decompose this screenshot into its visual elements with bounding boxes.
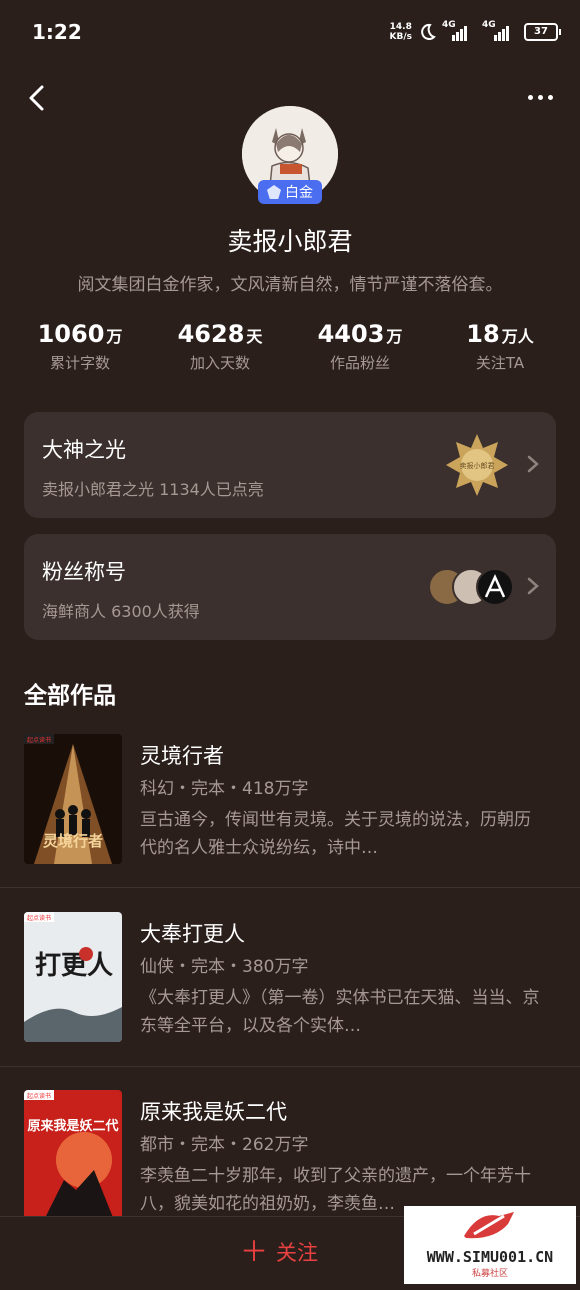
glory-subtitle: 卖报小郎君之光 1134人已点亮 bbox=[42, 480, 264, 499]
book-cover: 灵境行者 起点读书 bbox=[24, 734, 122, 864]
book-item[interactable]: 灵境行者 起点读书 灵境行者 科幻・完本・418万字 亘古通今，传闻世有灵境。关… bbox=[0, 734, 580, 894]
follow-button[interactable]: ＋ 关注 bbox=[240, 1237, 318, 1267]
watermark-logo: WWW.SIMU001.CN 私募社区 bbox=[404, 1206, 576, 1284]
stat-days-joined: 4628 天 加入天数 bbox=[177, 320, 263, 372]
book-meta: 都市・完本・262万字 bbox=[140, 1135, 309, 1155]
more-horizontal-icon bbox=[527, 94, 533, 100]
book-item[interactable]: 打更人 起点读书 大奉打更人 仙侠・完本・380万字 《大奉打更人》（第一卷）实… bbox=[0, 912, 580, 1072]
chevron-right-icon bbox=[527, 455, 539, 473]
back-button[interactable] bbox=[20, 80, 56, 116]
network-speed: 14.8 KB/s bbox=[389, 22, 412, 42]
moon-icon bbox=[421, 23, 436, 40]
signal-icon-1: 4G bbox=[442, 20, 476, 41]
chevron-left-icon bbox=[29, 85, 44, 111]
author-name: 卖报小郎君 bbox=[227, 227, 353, 256]
svg-text:卖报小郎君: 卖报小郎君 bbox=[460, 461, 495, 470]
svg-text:灵境行者: 灵境行者 bbox=[43, 832, 103, 850]
book-cover: 原来我是妖二代 起点读书 bbox=[24, 1090, 122, 1220]
section-title-all-works: 全部作品 bbox=[24, 683, 116, 709]
fan-title-card[interactable]: 粉丝称号 海鲜商人 6300人获得 bbox=[24, 534, 556, 640]
status-icons: 14.8 KB/s 4G 4G 37 bbox=[389, 20, 561, 42]
svg-text:起点读书: 起点读书 bbox=[27, 914, 51, 922]
svg-text:原来我是妖二代: 原来我是妖二代 bbox=[27, 1118, 118, 1134]
glory-title: 大神之光 bbox=[42, 438, 126, 462]
fan-title-title: 粉丝称号 bbox=[42, 560, 126, 584]
svg-text:打更人: 打更人 bbox=[35, 951, 113, 981]
stat-followers[interactable]: 18 万人 关注TA bbox=[430, 320, 570, 373]
glory-card[interactable]: 大神之光 卖报小郎君之光 1134人已点亮 卖报小郎君 bbox=[24, 412, 556, 518]
book-title: 大奉打更人 bbox=[140, 922, 245, 946]
book-title: 原来我是妖二代 bbox=[140, 1100, 287, 1124]
svg-text:起点读书: 起点读书 bbox=[27, 1092, 51, 1100]
book-meta: 科幻・完本・418万字 bbox=[140, 779, 309, 799]
book-description: 《大奉打更人》（第一卷）实体书已在天猫、当当、京东等全平台，以及各个实体… bbox=[140, 988, 540, 1036]
divider bbox=[0, 1066, 580, 1067]
fan-avatars bbox=[428, 568, 514, 606]
book-cover: 打更人 起点读书 bbox=[24, 912, 122, 1042]
stat-word-count: 1060 万 累计字数 bbox=[37, 320, 123, 372]
status-bar: 1:22 14.8 KB/s 4G 4G 37 bbox=[0, 0, 580, 64]
plus-icon: ＋ bbox=[240, 1235, 269, 1268]
book-title: 灵境行者 bbox=[140, 744, 224, 768]
author-bio: 阅文集团白金作家，文风清新自然，情节严谨不落俗套。 bbox=[77, 275, 503, 295]
status-time: 1:22 bbox=[32, 20, 82, 44]
stat-book-fans: 4403 万 作品粉丝 bbox=[317, 320, 403, 372]
book-description: 亘古通今，传闻世有灵境。关于灵境的说法，历朝历代的名人雅士众说纷纭，诗中… bbox=[140, 810, 531, 858]
more-button[interactable] bbox=[520, 82, 560, 112]
fan-title-subtitle: 海鲜商人 6300人获得 bbox=[42, 602, 200, 621]
signal-icon-2: 4G bbox=[482, 20, 518, 41]
diamond-icon bbox=[267, 185, 281, 199]
book-meta: 仙侠・完本・380万字 bbox=[140, 957, 309, 977]
fan-avatar-icon bbox=[476, 568, 514, 606]
divider bbox=[0, 887, 580, 888]
battery-icon: 37 bbox=[524, 23, 561, 41]
tier-badge: 白金 bbox=[258, 180, 322, 204]
chevron-right-icon bbox=[527, 577, 539, 595]
gold-star-badge-icon: 卖报小郎君 bbox=[446, 434, 508, 496]
svg-text:起点读书: 起点读书 bbox=[27, 736, 51, 744]
